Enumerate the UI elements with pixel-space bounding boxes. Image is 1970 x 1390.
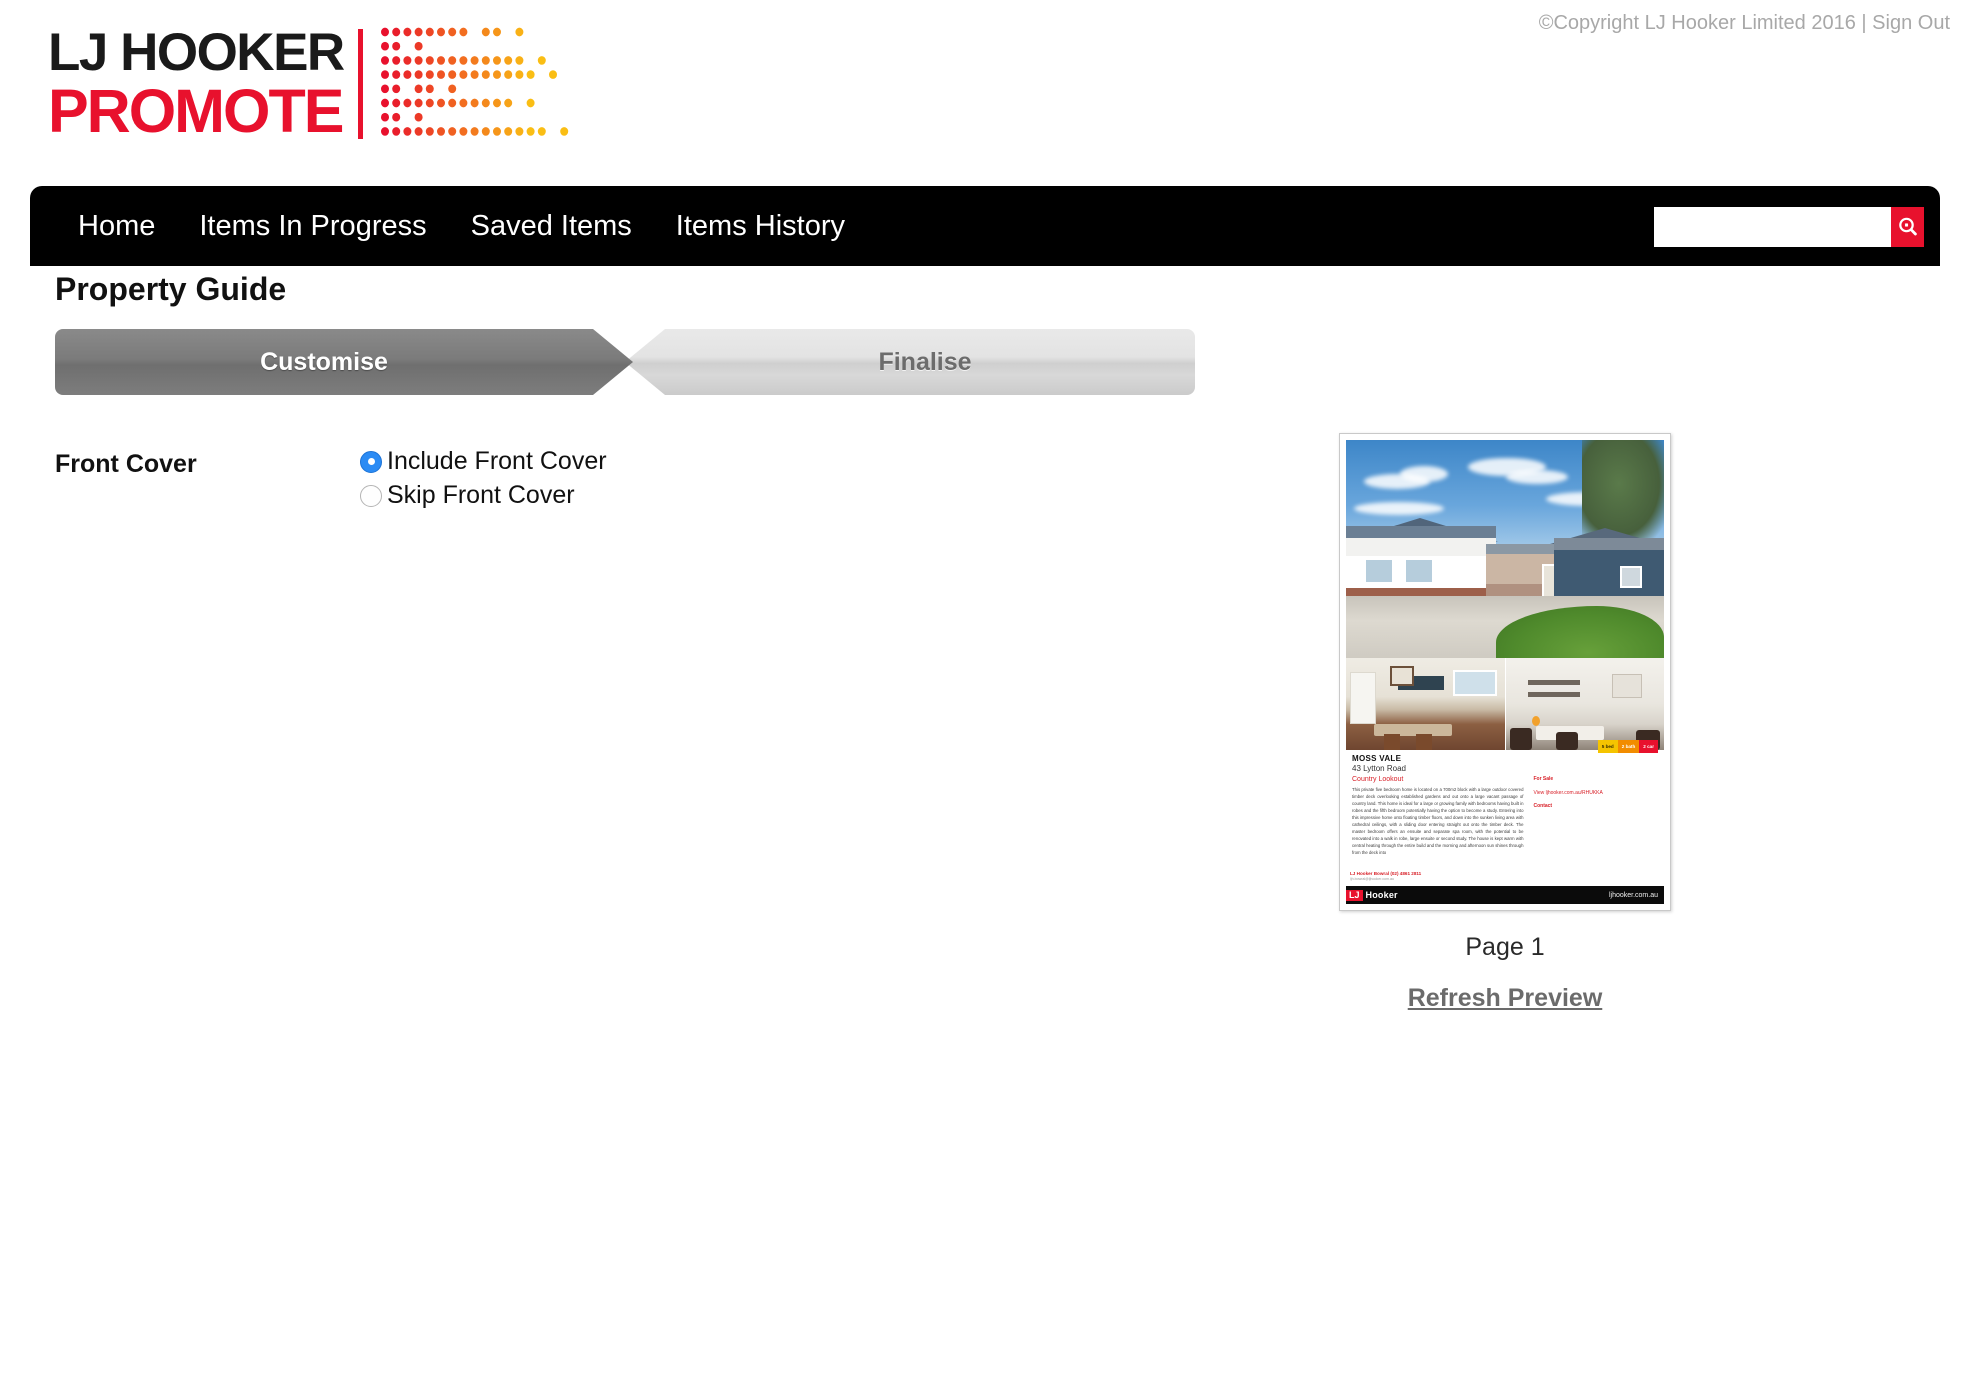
page-title: Property Guide: [55, 271, 287, 307]
flyer-for-sale: For Sale: [1533, 776, 1554, 782]
wizard-step-finalise-label: Finalise: [878, 347, 972, 376]
front-cover-radio-group: Include Front Cover Skip Front Cover: [360, 447, 607, 510]
flyer-details-left: MOSS VALE 43 Lytton Road Country Lookout…: [1352, 754, 1529, 886]
nav-item-list: Home Items In Progress Saved Items Items…: [30, 210, 867, 243]
flyer-badge-bath: 2 bath: [1617, 740, 1640, 753]
search-input[interactable]: [1654, 207, 1891, 247]
front-cover-section: Front Cover Include Front Cover Skip Fro…: [55, 447, 607, 510]
flyer-suburb: MOSS VALE: [1352, 754, 1402, 763]
flyer-details: 5 bed 2 bath 2 car MOSS VALE 43 Lytton R…: [1346, 740, 1664, 886]
flyer-footer: LJ Hooker ljhooker.com.au: [1346, 886, 1664, 904]
flyer-contact: Contact: [1533, 803, 1553, 809]
wizard-step-finalise[interactable]: Finalise: [625, 329, 1195, 395]
radio-label-skip-front-cover: Skip Front Cover: [387, 481, 575, 509]
flyer-badge-bed: 5 bed: [1597, 740, 1618, 753]
brand-logo-divider: [357, 28, 363, 139]
flyer-tagline: Country Lookout: [1352, 776, 1404, 784]
nav-item-home[interactable]: Home: [56, 210, 177, 243]
brand-logo[interactable]: LJ HOOKER PROMOTE: [48, 16, 569, 151]
flyer-agency: LJ Hooker Bowral (02) 4861 2811 ljh.bowr…: [1350, 871, 1421, 882]
brand-logo-line2: PROMOTE: [48, 76, 344, 145]
flyer-description: This private five bedroom home is locate…: [1352, 787, 1524, 855]
sign-out-link[interactable]: Sign Out: [1872, 12, 1950, 34]
wizard-step-customise-label: Customise: [260, 347, 388, 376]
nav-item-items-history[interactable]: Items History: [654, 210, 867, 243]
preview-panel: 5 bed 2 bath 2 car MOSS VALE 43 Lytton R…: [1270, 433, 1740, 1013]
radio-button-include-front-cover[interactable]: [360, 450, 382, 473]
radio-option-include-front-cover[interactable]: Include Front Cover: [360, 447, 607, 476]
refresh-preview-link[interactable]: Refresh Preview: [1408, 984, 1603, 1013]
search-box: [1654, 207, 1924, 247]
flyer-details-right: For Sale View ljhooker.com.au/RHUKKA Con…: [1529, 755, 1658, 886]
radio-option-skip-front-cover[interactable]: Skip Front Cover: [360, 481, 607, 510]
brand-logo-text: LJ HOOKER PROMOTE: [48, 22, 345, 145]
flyer-footer-logo-text: Hooker: [1365, 890, 1398, 900]
wizard-step-customise[interactable]: Customise: [55, 329, 633, 395]
brand-dot-pattern-icon: [380, 27, 568, 136]
flyer-agency-email: ljh.bowral@ljhooker.com.au: [1350, 876, 1394, 881]
brand-logo-line1: LJ HOOKER: [48, 22, 345, 82]
radio-button-skip-front-cover[interactable]: [360, 484, 382, 507]
search-icon: [1898, 217, 1917, 236]
nav-item-items-in-progress[interactable]: Items In Progress: [177, 210, 448, 243]
flyer-view-url: View ljhooker.com.au/RHUKKA: [1533, 789, 1603, 796]
flyer-hero-photo: [1346, 440, 1664, 658]
flyer-feature-badges: 5 bed 2 bath 2 car: [1597, 740, 1658, 753]
flyer-secondary-photos: [1346, 658, 1664, 750]
document-preview-thumbnail[interactable]: 5 bed 2 bath 2 car MOSS VALE 43 Lytton R…: [1339, 433, 1671, 911]
ljhooker-mark-icon: LJ: [1346, 889, 1363, 901]
flyer-footer-logo: LJ Hooker: [1346, 889, 1398, 901]
flyer-badge-car: 2 car: [1639, 740, 1658, 753]
copyright-text: ©Copyright LJ Hooker Limited 2016: [1538, 12, 1856, 34]
flyer-street: 43 Lytton Road: [1352, 763, 1406, 773]
flyer-agency-name: LJ Hooker Bowral (02) 4861 2811: [1350, 870, 1422, 876]
page-header: LJ HOOKER PROMOTE ©Copyright LJ Hooker L…: [0, 0, 1970, 266]
wizard-steps: Customise Finalise: [55, 329, 1195, 395]
flyer-photo-dining: [1505, 658, 1664, 750]
flyer-footer-url: ljhooker.com.au: [1608, 891, 1658, 899]
front-cover-label: Front Cover: [55, 450, 197, 478]
search-button[interactable]: [1891, 207, 1924, 247]
nav-item-saved-items[interactable]: Saved Items: [449, 210, 654, 243]
preview-page-number: Page 1: [1465, 933, 1545, 961]
main-navigation: Home Items In Progress Saved Items Items…: [30, 186, 1940, 266]
copyright-bar: ©Copyright LJ Hooker Limited 2016 | Sign…: [1539, 12, 1950, 35]
radio-label-include-front-cover: Include Front Cover: [387, 447, 607, 475]
flyer-page: 5 bed 2 bath 2 car MOSS VALE 43 Lytton R…: [1346, 440, 1664, 904]
copyright-separator: |: [1861, 12, 1867, 34]
flyer-photo-kitchen: [1346, 658, 1505, 750]
